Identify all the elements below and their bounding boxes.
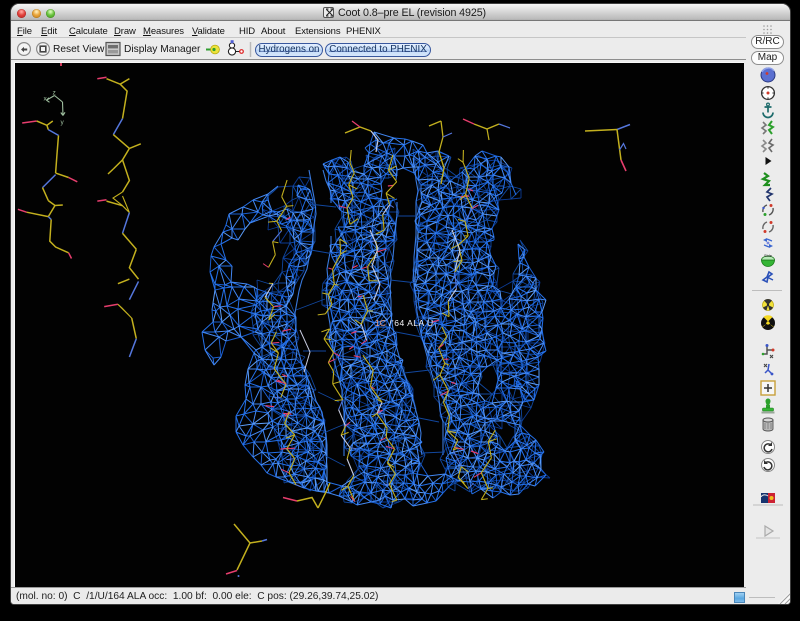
svg-text:1C: 1C <box>375 318 386 328</box>
svg-text:Side: Side <box>764 253 773 258</box>
svg-text:x: x <box>44 96 48 103</box>
svg-text:z: z <box>53 90 56 97</box>
svg-text:y: y <box>61 119 65 126</box>
svg-text:/’64 ALA U: /’64 ALA U <box>389 318 434 328</box>
